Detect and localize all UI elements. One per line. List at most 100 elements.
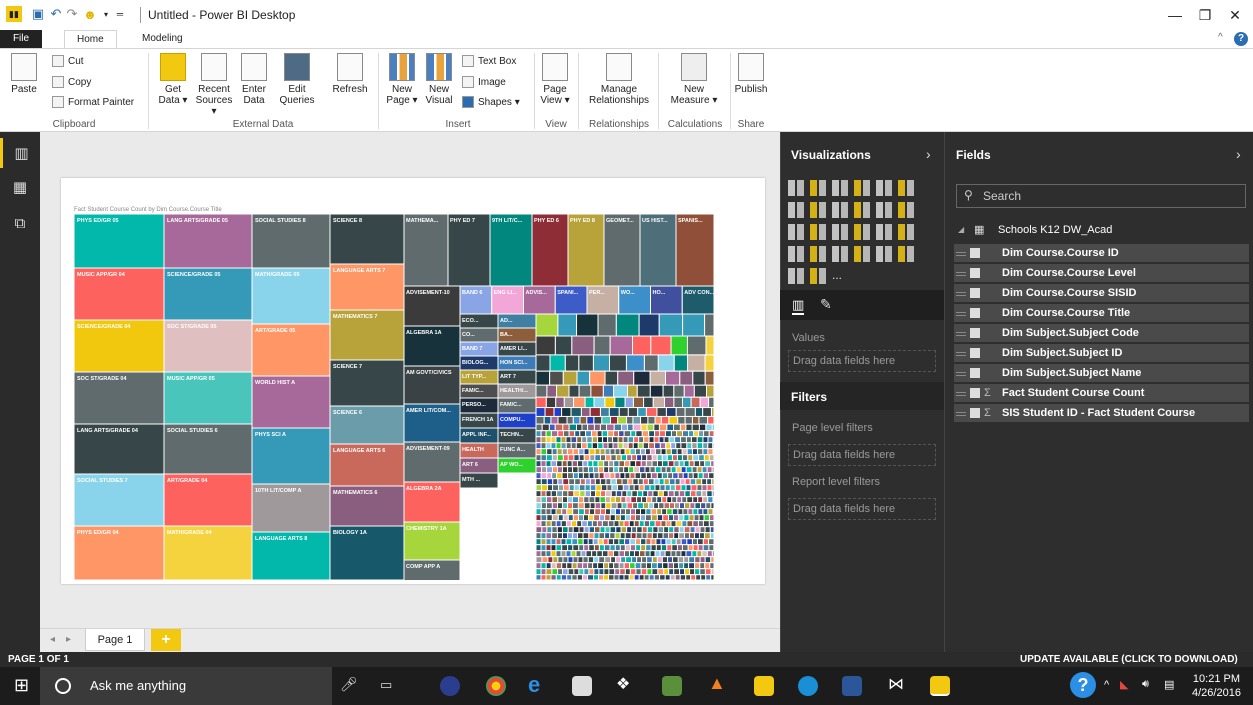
treemap-tile[interactable] (594, 508, 601, 516)
treemap-tile[interactable] (589, 478, 596, 486)
treemap-tile[interactable] (577, 556, 584, 564)
treemap-tile[interactable] (567, 214, 605, 287)
treemap-tile[interactable] (665, 448, 672, 456)
treemap-tile[interactable] (686, 496, 694, 504)
treemap-tile[interactable] (711, 478, 714, 486)
treemap-tile[interactable] (604, 556, 612, 564)
treemap-tile[interactable] (623, 550, 630, 558)
treemap-tile[interactable] (567, 490, 575, 498)
treemap-tile[interactable] (683, 502, 691, 510)
treemap-tile[interactable] (639, 448, 646, 456)
treemap-tile[interactable] (572, 448, 580, 456)
treemap-tile[interactable] (631, 526, 638, 534)
treemap-tile[interactable] (575, 550, 582, 558)
treemap-tile[interactable] (627, 478, 634, 486)
treemap-tile[interactable] (711, 466, 714, 474)
treemap-tile[interactable] (540, 514, 548, 522)
treemap-tile[interactable] (650, 472, 658, 480)
treemap-tile[interactable] (689, 568, 696, 576)
treemap-tile[interactable] (582, 556, 589, 564)
treemap-tile[interactable] (546, 472, 553, 480)
treemap-tile[interactable] (708, 538, 714, 546)
treemap-tile[interactable] (535, 544, 542, 552)
field-checkbox[interactable] (970, 288, 980, 298)
treemap-tile[interactable] (566, 508, 574, 516)
field-checkbox[interactable] (970, 248, 980, 258)
treemap-tile[interactable] (637, 478, 644, 486)
treemap-tile[interactable] (676, 544, 683, 552)
treemap-tile[interactable] (688, 514, 695, 522)
treemap-tile[interactable] (649, 484, 656, 492)
treemap-tile[interactable] (627, 442, 634, 450)
fields-tab-icon[interactable]: ▥ (792, 297, 805, 315)
treemap-tile[interactable] (541, 526, 548, 534)
treemap-tile[interactable] (545, 508, 552, 516)
field-item[interactable]: Σ SIS Student ID - Fact Student Course (954, 404, 1249, 423)
treemap-tile[interactable] (699, 396, 710, 409)
treemap-tile[interactable] (540, 574, 547, 580)
treemap-tile[interactable] (563, 430, 570, 438)
tab-file[interactable]: File (0, 30, 42, 48)
treemap-tile[interactable] (664, 574, 671, 580)
treemap-tile[interactable] (709, 514, 714, 522)
treemap-tile[interactable] (556, 490, 564, 498)
treemap-tile[interactable] (567, 454, 575, 462)
treemap-tile[interactable] (654, 520, 662, 528)
treemap-tile[interactable] (700, 574, 707, 580)
treemap-tile[interactable] (607, 430, 615, 438)
treemap-tile[interactable] (612, 436, 619, 444)
treemap-tile[interactable] (663, 526, 670, 534)
treemap-tile[interactable] (610, 490, 617, 498)
treemap-tile[interactable] (535, 502, 542, 510)
treemap-tile[interactable] (708, 430, 714, 438)
treemap-tile[interactable] (578, 568, 585, 576)
treemap-tile[interactable] (552, 478, 559, 486)
treemap-tile[interactable] (551, 514, 559, 522)
treemap-tile[interactable] (648, 436, 655, 444)
treemap-tile[interactable] (673, 502, 680, 510)
treemap-tile[interactable] (603, 544, 611, 552)
treemap-tile[interactable] (684, 407, 696, 417)
treemap-tile[interactable] (656, 460, 663, 468)
treemap-tile[interactable] (673, 514, 680, 522)
treemap-tile[interactable] (609, 532, 616, 540)
treemap-tile[interactable] (682, 430, 690, 438)
treemap-tile[interactable] (666, 496, 673, 504)
treemap-tile[interactable] (555, 508, 563, 516)
stacked-bar-visual-icon[interactable] (788, 180, 804, 196)
100-column-visual-icon[interactable] (898, 180, 914, 196)
treemap-tile[interactable] (581, 423, 589, 432)
treemap-tile[interactable] (560, 574, 568, 580)
treemap-tile[interactable] (701, 550, 708, 558)
treemap-tile[interactable] (572, 508, 580, 516)
treemap-tile[interactable] (587, 466, 594, 474)
treemap-tile[interactable] (687, 544, 694, 552)
gauge-visual-icon[interactable] (832, 246, 848, 262)
treemap-tile[interactable] (557, 502, 564, 510)
treemap-tile[interactable] (571, 562, 578, 570)
treemap-tile[interactable] (570, 407, 582, 417)
treemap-tile[interactable] (641, 430, 650, 438)
prev-page-icon[interactable]: ◂ (50, 634, 55, 645)
treemap-tile[interactable] (679, 423, 687, 432)
treemap-tile[interactable] (643, 520, 651, 528)
treemap-tile[interactable] (593, 544, 600, 552)
treemap-tile[interactable] (712, 448, 714, 456)
treemap-tile[interactable] (650, 544, 657, 552)
treemap-tile[interactable] (669, 574, 676, 580)
treemap-tile[interactable] (604, 454, 612, 462)
treemap-tile[interactable] (660, 538, 667, 546)
treemap-tile[interactable] (625, 496, 632, 504)
drag-grip-icon[interactable] (956, 312, 966, 313)
treemap-tile[interactable] (694, 526, 701, 534)
treemap-tile[interactable] (682, 313, 706, 337)
treemap-tile[interactable] (545, 574, 552, 580)
drag-grip-icon[interactable] (956, 392, 966, 393)
treemap-tile[interactable] (707, 442, 714, 450)
treemap-tile[interactable] (712, 508, 714, 516)
treemap-tile[interactable] (640, 415, 649, 425)
treemap-tile[interactable] (636, 526, 643, 534)
treemap-tile[interactable] (572, 544, 580, 552)
treemap-tile[interactable] (686, 538, 693, 546)
treemap-tile[interactable] (687, 472, 694, 480)
